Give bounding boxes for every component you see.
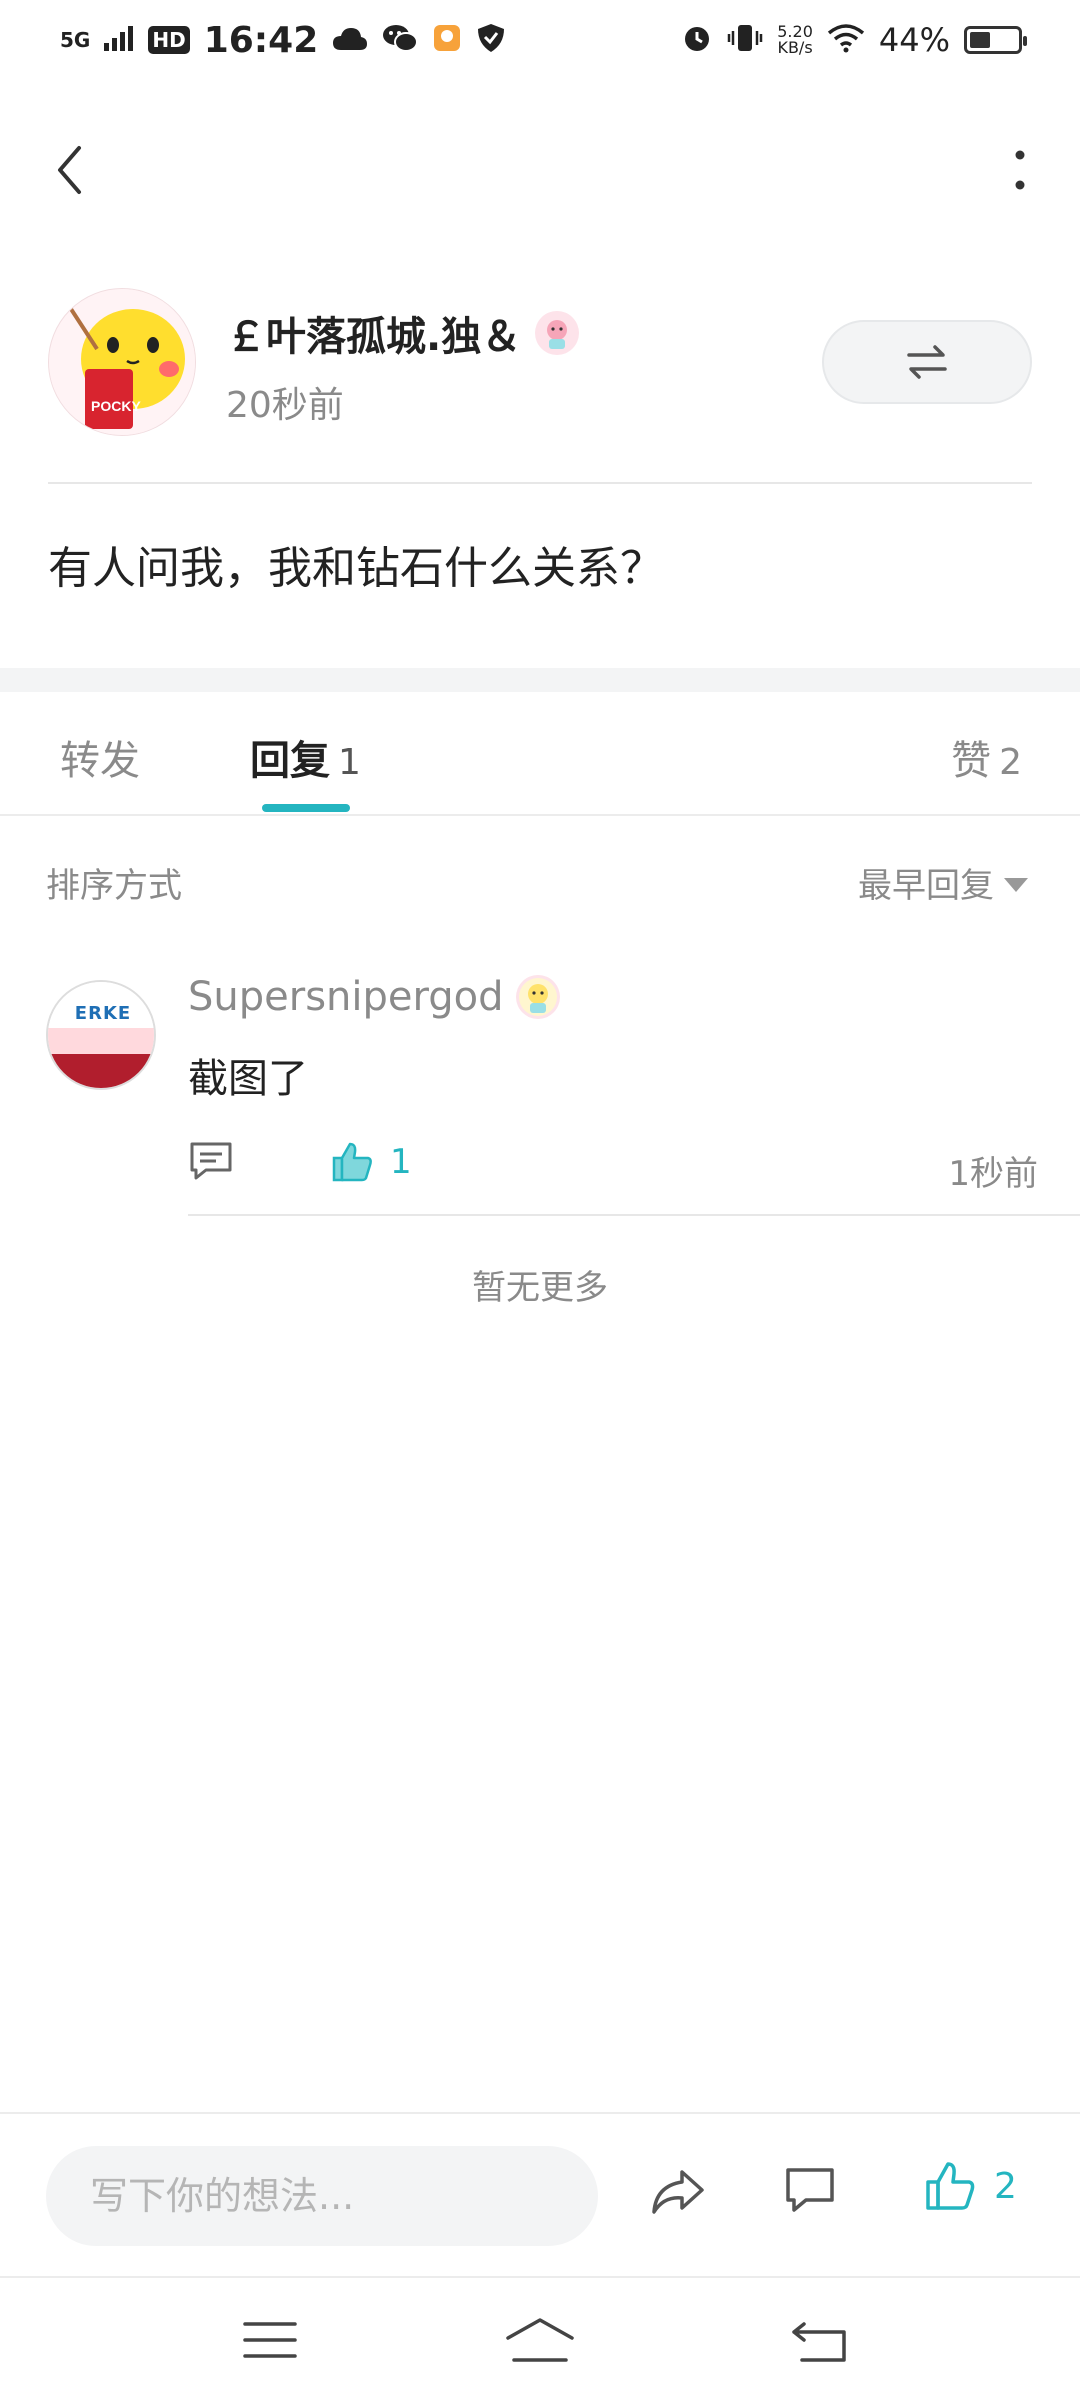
wechat-icon	[382, 23, 419, 57]
comment-text: 截图了	[188, 1056, 308, 1102]
comment-time: 1秒前	[948, 1154, 1038, 1194]
avatar-band-dark	[48, 1054, 154, 1088]
tab-reply[interactable]: 回复 1	[250, 728, 361, 786]
cloud-icon	[332, 24, 368, 56]
back-button[interactable]	[40, 140, 100, 200]
no-more-text: 暂无更多	[472, 1268, 608, 1308]
app-notification-icon	[432, 23, 462, 57]
home-icon	[506, 2318, 574, 2362]
comment-like-button[interactable]: 1	[330, 1140, 412, 1184]
signal-icon	[104, 25, 134, 55]
system-navigation-bar	[0, 2276, 1080, 2400]
user-badge-icon	[535, 311, 580, 355]
caret-down-icon	[1004, 877, 1028, 892]
return-icon	[792, 2322, 846, 2362]
menu-button[interactable]	[230, 2304, 310, 2376]
status-right: 5.20 KB/s 44%	[681, 16, 1027, 64]
commenter-avatar[interactable]: ERKE	[46, 980, 156, 1090]
thumbs-up-outline-icon	[926, 2162, 975, 2210]
post-content: 有人问我，我和钻石什么关系？	[48, 543, 664, 594]
status-left: 5G HD 16:42	[60, 16, 506, 64]
avatar-brand-text: ERKE	[74, 1003, 132, 1024]
tab-reply-count: 1	[338, 742, 361, 783]
alarm-icon	[681, 22, 713, 58]
like-button[interactable]: 2	[924, 2160, 1017, 2212]
switch-view-button[interactable]	[822, 320, 1032, 404]
header-divider	[48, 482, 1032, 484]
hd-badge: HD	[148, 26, 190, 54]
battery-icon	[964, 26, 1027, 54]
tab-reply-label: 回复	[250, 738, 330, 784]
bottom-action-bar: 2	[0, 2112, 1080, 2276]
comment-input[interactable]	[46, 2146, 598, 2246]
sort-value: 最早回复	[858, 866, 994, 906]
chevron-left-icon	[58, 146, 81, 194]
comment-button[interactable]	[782, 2164, 846, 2228]
comment-author[interactable]: Supersnipergod	[188, 974, 560, 1020]
avatar-brand-area: ERKE	[48, 982, 154, 1028]
commenter-badge-icon	[515, 975, 560, 1019]
comment-divider	[188, 1214, 1080, 1216]
top-nav	[0, 120, 1080, 220]
tab-like-label: 赞	[951, 738, 992, 784]
post-detail-screen: 5G HD 16:42 5.20 KB/s 44% POCKY ￡叶落孤城.独＆…	[0, 0, 1080, 2400]
comment-like-count: 1	[390, 1142, 412, 1182]
poster-name[interactable]: ￡叶落孤城.独＆	[226, 304, 580, 362]
like-count: 2	[994, 2165, 1017, 2207]
network-speed: 5.20 KB/s	[777, 24, 813, 56]
sort-bar: 排序方式 最早回复	[0, 816, 1080, 946]
sort-dropdown[interactable]: 最早回复	[858, 858, 1028, 907]
network-type: 5G	[60, 28, 91, 52]
comment-actions: 1 1秒前	[188, 1128, 1038, 1198]
comment-author-name: Supersnipergod	[188, 974, 504, 1020]
battery-percent: 44%	[878, 21, 950, 59]
active-tab-indicator	[262, 804, 350, 812]
tab-like-count: 2	[999, 742, 1022, 783]
avatar-band	[48, 1028, 154, 1054]
more-options-button[interactable]	[990, 140, 1050, 200]
tab-like[interactable]: 赞2	[951, 728, 1022, 786]
thumbs-up-icon	[332, 1142, 372, 1182]
system-back-button[interactable]	[780, 2304, 860, 2376]
network-speed-unit: KB/s	[777, 38, 813, 57]
home-button[interactable]	[500, 2304, 580, 2376]
shield-icon	[476, 22, 506, 58]
sort-label: 排序方式	[46, 866, 182, 906]
share-arrow-icon	[652, 2170, 704, 2214]
vibrate-icon	[727, 23, 763, 57]
section-separator	[0, 668, 1080, 692]
tab-forward[interactable]: 转发	[60, 728, 140, 786]
tab-bar: 转发 回复 1 赞2	[0, 692, 1080, 816]
reply-comment-button[interactable]	[188, 1140, 238, 1190]
tab-forward-label: 转发	[60, 738, 140, 784]
post-time: 20秒前	[226, 385, 344, 426]
status-bar: 5G HD 16:42 5.20 KB/s 44%	[0, 0, 1080, 80]
svg-text:POCKY: POCKY	[91, 398, 141, 414]
pikachu-avatar-icon: POCKY	[49, 289, 195, 435]
battery-fill	[970, 32, 990, 48]
comment-icon	[786, 2168, 834, 2212]
swap-arrows-icon	[907, 345, 947, 379]
status-time: 16:42	[203, 19, 319, 61]
comment-bubble-icon	[190, 1142, 232, 1180]
menu-icon	[243, 2322, 297, 2358]
poster-avatar[interactable]: POCKY	[48, 288, 196, 436]
wifi-icon	[827, 23, 865, 57]
post-header: POCKY ￡叶落孤城.独＆ 20秒前	[48, 288, 1032, 436]
share-button[interactable]	[648, 2164, 712, 2228]
comment-item: ERKE Supersnipergod 截图了 1 1秒前	[0, 968, 1080, 1214]
more-vertical-icon	[1015, 150, 1025, 190]
poster-name-text: ￡叶落孤城.独＆	[226, 314, 522, 360]
